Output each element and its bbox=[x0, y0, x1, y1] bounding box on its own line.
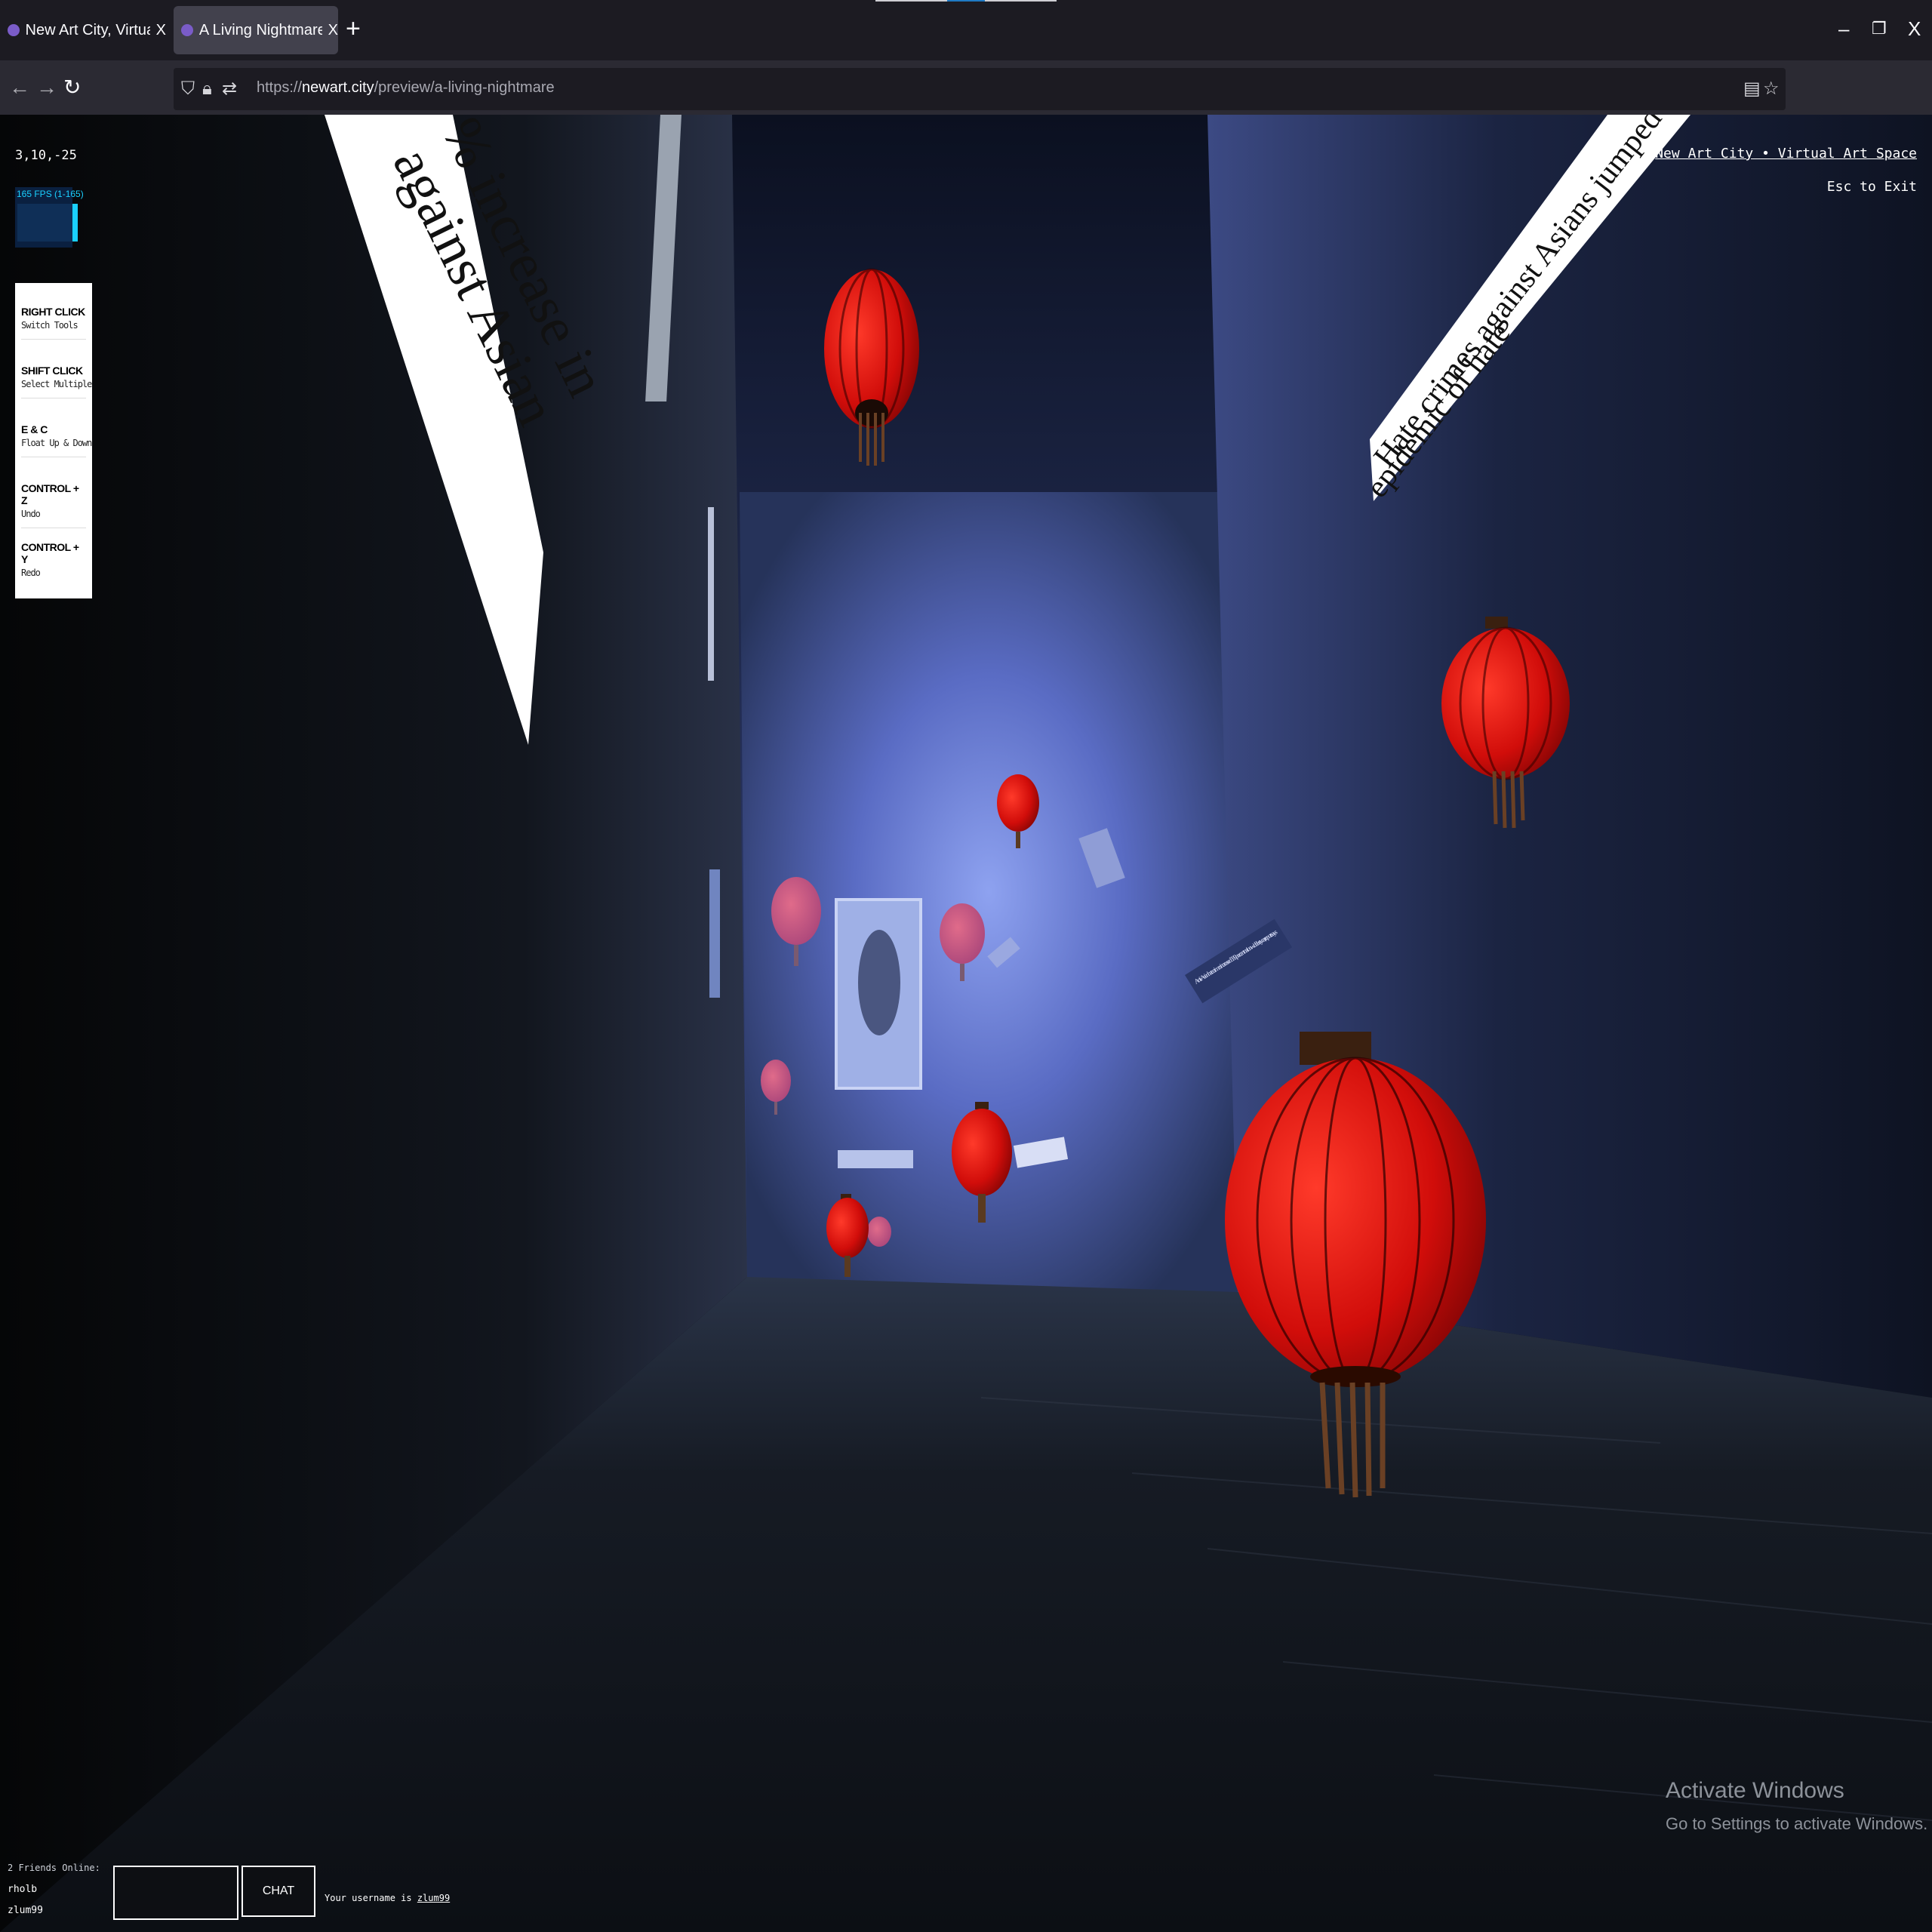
gallery-corridor-scene[interactable]: Anti-Asian hate crimes increased 339 per… bbox=[0, 115, 1932, 1932]
fps-label: 165 FPS (1-165) bbox=[17, 189, 84, 199]
artwork-figure bbox=[858, 930, 900, 1035]
tab-new-art-city[interactable]: New Art City, Virtual Art Space. X bbox=[0, 6, 166, 54]
reload-icon[interactable]: ↻ bbox=[63, 72, 81, 103]
lock-icon[interactable]: 🔒︎ bbox=[202, 77, 212, 101]
tab-close-icon[interactable]: X bbox=[328, 22, 338, 39]
bookmark-star-icon[interactable]: ☆ bbox=[1763, 77, 1780, 101]
address-bar[interactable]: ⛉ 🔒︎ ⇄ https://newart.city/preview/a-liv… bbox=[174, 68, 1786, 110]
tracking-shield-icon[interactable]: ⛉ bbox=[181, 77, 195, 101]
tab-title: New Art City, Virtual Art Space. bbox=[25, 21, 150, 38]
wall-panel bbox=[708, 507, 714, 681]
fps-meter: 165 FPS (1-165) bbox=[15, 187, 84, 248]
site-favicon-icon bbox=[181, 24, 193, 36]
reader-view-icon[interactable]: ▤ bbox=[1743, 77, 1761, 101]
url-text[interactable]: https://newart.city/preview/a-living-nig… bbox=[257, 79, 555, 97]
window-drag-indicator bbox=[875, 0, 1057, 2]
brand-link[interactable]: New Art City • Virtual Art Space bbox=[1655, 146, 1917, 162]
friends-online-label: 2 Friends Online: bbox=[8, 1863, 100, 1873]
wall-caption bbox=[838, 1150, 913, 1168]
tab-living-nightmare[interactable]: A Living Nightmare , by Zachary X bbox=[174, 6, 338, 54]
chat-input[interactable] bbox=[113, 1866, 238, 1920]
forward-arrow-icon[interactable]: → bbox=[36, 72, 57, 103]
exit-hint: Esc to Exit bbox=[1826, 179, 1917, 195]
lantern[interactable] bbox=[867, 1217, 891, 1247]
username-link[interactable]: zlum99 bbox=[417, 1893, 450, 1903]
coordinates-readout: 3,10,-25 bbox=[15, 148, 77, 163]
window-close-button[interactable]: X bbox=[1908, 14, 1921, 44]
fps-bar bbox=[72, 204, 78, 242]
wall-panel bbox=[709, 869, 720, 998]
tab-bar: New Art City, Virtual Art Space. X A Liv… bbox=[0, 0, 1932, 60]
tab-close-icon[interactable]: X bbox=[156, 22, 166, 39]
tab-title: A Living Nightmare , by Zachary bbox=[198, 21, 322, 38]
username-label: Your username is zlum99 bbox=[325, 1893, 451, 1903]
control-hint: CONTROL + Z Undo bbox=[21, 482, 86, 528]
activate-windows-title: Activate Windows bbox=[1666, 1778, 1844, 1803]
permissions-icon[interactable]: ⇄ bbox=[222, 77, 237, 101]
back-arrow-icon[interactable]: ← bbox=[9, 72, 30, 103]
restore-button[interactable]: ❐ bbox=[1872, 14, 1887, 44]
3d-viewport[interactable]: Anti-Asian hate crimes increased 339 per… bbox=[0, 115, 1932, 1932]
friend-name[interactable]: zlum99 bbox=[8, 1905, 43, 1916]
friend-name[interactable]: rholb bbox=[8, 1884, 37, 1895]
minimize-button[interactable]: – bbox=[1838, 14, 1849, 44]
control-hint: RIGHT CLICK Switch Tools bbox=[21, 306, 86, 340]
activate-windows-subtitle: Go to Settings to activate Windows. bbox=[1666, 1814, 1928, 1833]
controls-panel: RIGHT CLICK Switch Tools SHIFT CLICK Selec… bbox=[15, 283, 92, 598]
fps-graph bbox=[17, 204, 78, 242]
control-hint: E & C Float Up & Down bbox=[21, 423, 92, 457]
chat-button[interactable]: CHAT bbox=[242, 1866, 315, 1917]
control-hint: SHIFT CLICK Select Multiple bbox=[21, 365, 92, 398]
control-hint: CONTROL + Y Redo bbox=[21, 541, 79, 578]
new-tab-button[interactable]: + bbox=[346, 14, 361, 44]
site-favicon-icon bbox=[8, 24, 20, 36]
